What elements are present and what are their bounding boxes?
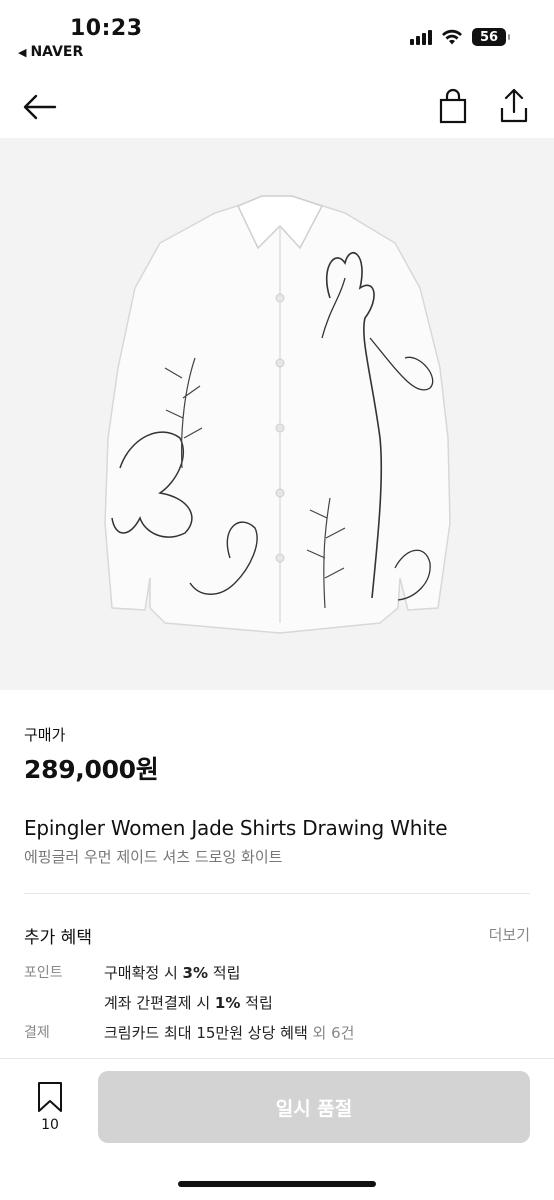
benefit-payment-extra: 외 6건	[307, 1024, 355, 1042]
top-nav-bar	[0, 78, 554, 136]
back-app-label: NAVER	[30, 44, 84, 60]
product-image[interactable]	[0, 138, 554, 690]
benefit-point-line2: 계좌 간편결제 시 1% 적립	[104, 994, 273, 1012]
back-arrow-icon	[23, 94, 57, 120]
bottom-action-bar: 10 일시 품절	[0, 1058, 554, 1200]
back-button[interactable]	[20, 90, 60, 124]
battery-level: 56	[479, 29, 499, 45]
section-divider	[24, 893, 530, 894]
sold-out-button[interactable]: 일시 품절	[98, 1071, 530, 1143]
benefit-row-point: 포인트 구매확정 시 3% 적립	[24, 962, 240, 983]
wishlist-count: 10	[41, 1117, 59, 1133]
benefits-more-link[interactable]: 더보기	[489, 924, 530, 945]
benefit-row-payment: 결제 크림카드 최대 15만원 상당 혜택 외 6건	[24, 1022, 354, 1043]
price-value: 289,000원	[24, 755, 159, 784]
benefit-payment-line: 크림카드 최대 15만원 상당 혜택 외 6건	[104, 1024, 355, 1042]
benefit-payment-label: 결제	[24, 1025, 50, 1041]
benefit-point-label: 포인트	[24, 965, 63, 981]
status-icons: 56	[410, 28, 510, 46]
signal-icon	[410, 29, 432, 45]
share-icon	[500, 88, 528, 123]
cart-button[interactable]	[436, 88, 470, 126]
share-button[interactable]	[496, 86, 532, 126]
benefit-point-line1: 구매확정 시 3% 적립	[104, 964, 241, 982]
back-triangle-icon: ◀	[18, 45, 27, 59]
product-name: Epingler Women Jade Shirts Drawing White	[24, 816, 448, 840]
back-to-app-link[interactable]: ◀ NAVER	[18, 44, 83, 60]
wishlist-button[interactable]: 10	[32, 1081, 68, 1137]
product-name-korean: 에핑글러 우먼 제이드 셔츠 드로잉 화이트	[24, 848, 283, 866]
product-page: 10:23 ◀ NAVER 56 구매가 289,000원 Epingler W…	[0, 0, 554, 1200]
bookmark-icon	[38, 1082, 62, 1112]
benefits-title: 추가 혜택	[24, 928, 92, 948]
wifi-icon	[442, 29, 462, 45]
status-bar: 10:23 ◀ NAVER 56	[0, 0, 554, 70]
battery-icon: 56	[472, 28, 510, 46]
shopping-bag-icon	[439, 88, 467, 124]
home-indicator	[178, 1181, 376, 1187]
price-label: 구매가	[24, 726, 66, 744]
status-time: 10:23	[70, 16, 143, 41]
shirt-image	[104, 195, 451, 634]
benefit-row-point-2: 계좌 간편결제 시 1% 적립	[24, 992, 273, 1013]
